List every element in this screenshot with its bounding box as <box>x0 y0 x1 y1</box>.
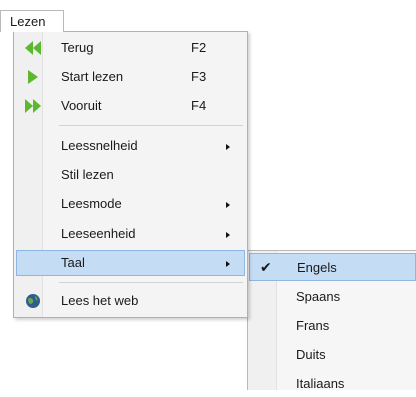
submenu-item-italiaans[interactable]: Italiaans <box>249 369 416 397</box>
menu-separator <box>59 282 243 283</box>
shortcut-label: F2 <box>191 40 207 55</box>
play-icon <box>24 69 42 85</box>
fast-forward-icon <box>24 98 42 114</box>
submenu-item-label: Engels <box>297 260 337 275</box>
lezen-dropdown-menu: Terug F2 Start lezen F3 Vooruit F4 Leess… <box>13 31 248 318</box>
menu-separator <box>59 125 243 126</box>
menu-tab-label: Lezen <box>10 14 46 29</box>
menu-item-label: Vooruit <box>61 98 102 113</box>
menu-item-start-lezen[interactable]: Start lezen F3 <box>16 64 245 90</box>
menu-item-vooruit[interactable]: Vooruit F4 <box>16 93 245 119</box>
menu-item-label: Leessnelheid <box>61 138 138 153</box>
globe-icon <box>24 293 42 309</box>
menu-item-stil-lezen[interactable]: Stil lezen <box>16 162 245 188</box>
submenu-arrow-icon <box>226 232 230 238</box>
menu-item-label: Terug <box>61 40 94 55</box>
menu-item-label: Stil lezen <box>61 167 114 182</box>
submenu-arrow-icon <box>226 202 230 208</box>
menu-item-leesmode[interactable]: Leesmode <box>16 191 245 217</box>
submenu-item-label: Duits <box>296 347 326 362</box>
shortcut-label: F4 <box>191 98 207 113</box>
menu-item-label: Leeseenheid <box>61 226 136 241</box>
submenu-item-engels[interactable]: ✔ Engels <box>249 253 416 281</box>
submenu-item-spaans[interactable]: Spaans <box>249 282 416 310</box>
submenu-item-label: Frans <box>296 318 330 333</box>
menu-item-label: Taal <box>61 255 85 270</box>
menu-item-label: Start lezen <box>61 69 124 84</box>
menu-tab-lezen[interactable]: Lezen <box>0 10 64 32</box>
shortcut-label: F3 <box>191 69 207 84</box>
submenu-item-label: Spaans <box>296 289 341 304</box>
submenu-item-duits[interactable]: Duits <box>249 340 416 368</box>
submenu-arrow-icon <box>226 144 230 150</box>
menu-item-label: Leesmode <box>61 196 122 211</box>
menu-item-label: Lees het web <box>61 293 139 308</box>
submenu-item-frans[interactable]: Frans <box>249 311 416 339</box>
menu-item-lees-het-web[interactable]: Lees het web <box>16 288 245 314</box>
menu-item-leessnelheid[interactable]: Leessnelheid <box>16 133 245 159</box>
menu-item-leeseenheid[interactable]: Leeseenheid <box>16 221 245 247</box>
submenu-arrow-icon <box>226 261 230 267</box>
taal-submenu: ✔ Engels Spaans Frans Duits Italiaans <box>247 250 416 391</box>
menu-item-terug[interactable]: Terug F2 <box>16 35 245 61</box>
checkmark-icon: ✔ <box>260 259 272 275</box>
submenu-item-label: Italiaans <box>296 376 345 391</box>
menu-item-taal[interactable]: Taal <box>16 250 245 276</box>
rewind-icon <box>24 40 42 56</box>
